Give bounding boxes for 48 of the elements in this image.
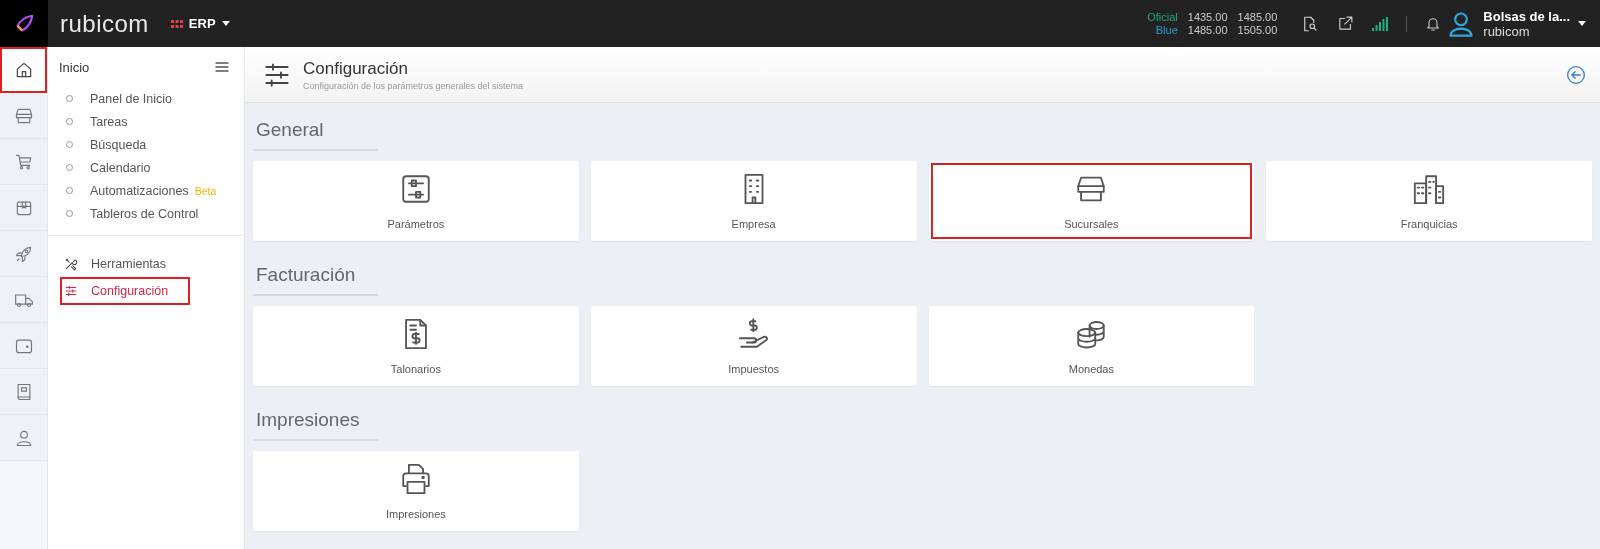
rail-item[interactable] xyxy=(0,47,47,93)
company-name: rubicom xyxy=(1483,23,1531,39)
settings-card[interactable]: Parámetros xyxy=(253,161,579,241)
settings-card[interactable]: Impuestos xyxy=(590,306,917,386)
rate-name: Oficial xyxy=(1147,10,1178,24)
signal-icon xyxy=(1372,16,1389,31)
grid-icon xyxy=(170,19,183,28)
settings-card[interactable]: Talonarios xyxy=(253,306,579,386)
section-title: Impresiones xyxy=(253,401,378,441)
rate-value: 1485.00 xyxy=(1237,10,1278,24)
page-title: Configuración xyxy=(303,58,409,79)
sliders-icon xyxy=(64,284,78,298)
settings-card[interactable]: Impresiones xyxy=(253,451,579,531)
tools-icon xyxy=(64,256,78,271)
module-selector[interactable]: ERP xyxy=(170,16,230,31)
settings-card[interactable]: Empresa xyxy=(590,161,917,241)
menu-item[interactable]: Panel de Inicio xyxy=(90,91,172,106)
caret-icon[interactable] xyxy=(1578,21,1586,26)
rail-item[interactable] xyxy=(0,93,47,139)
hand-dollar-icon xyxy=(736,317,771,351)
rate-value: 1485.00 xyxy=(1187,23,1228,37)
menu-item[interactable]: Tableros de Control xyxy=(90,206,199,221)
settings-card[interactable]: Sucursales xyxy=(928,161,1255,241)
menu-item[interactable]: Calendario xyxy=(90,160,151,175)
rate-value: 1435.00 xyxy=(1187,10,1228,24)
menu-icon xyxy=(214,59,230,75)
bell-icon xyxy=(1425,15,1442,32)
section-title: General xyxy=(253,111,378,151)
buildings-icon xyxy=(1412,172,1447,206)
rail-item[interactable] xyxy=(0,185,47,231)
settings-card[interactable]: Monedas xyxy=(928,306,1255,386)
menu-item[interactable]: Tareas xyxy=(90,114,128,129)
caret-icon xyxy=(221,21,230,26)
rate-name: Blue xyxy=(1154,23,1178,37)
brand-name: rubicom xyxy=(60,9,149,38)
nav-item[interactable]: Configuración xyxy=(60,277,190,305)
panel-title: Inicio xyxy=(59,59,90,75)
external-link-icon xyxy=(1337,15,1355,32)
page-subtitle: Configuración de los parámetros generales del sistema xyxy=(303,80,524,91)
nav-item[interactable]: Herramientas xyxy=(60,252,190,275)
beta-label: Beta xyxy=(194,184,217,197)
back-button[interactable] xyxy=(1566,64,1586,85)
settings-card[interactable]: Franquicias xyxy=(1266,161,1592,241)
menu-item[interactable]: Búsqueda xyxy=(90,137,147,152)
section-title: Facturación xyxy=(253,256,378,296)
menu-item[interactable]: Automatizaciones xyxy=(90,183,189,198)
rate-value: 1505.00 xyxy=(1237,23,1278,37)
user-name[interactable]: Bolsas de la... xyxy=(1483,8,1570,24)
